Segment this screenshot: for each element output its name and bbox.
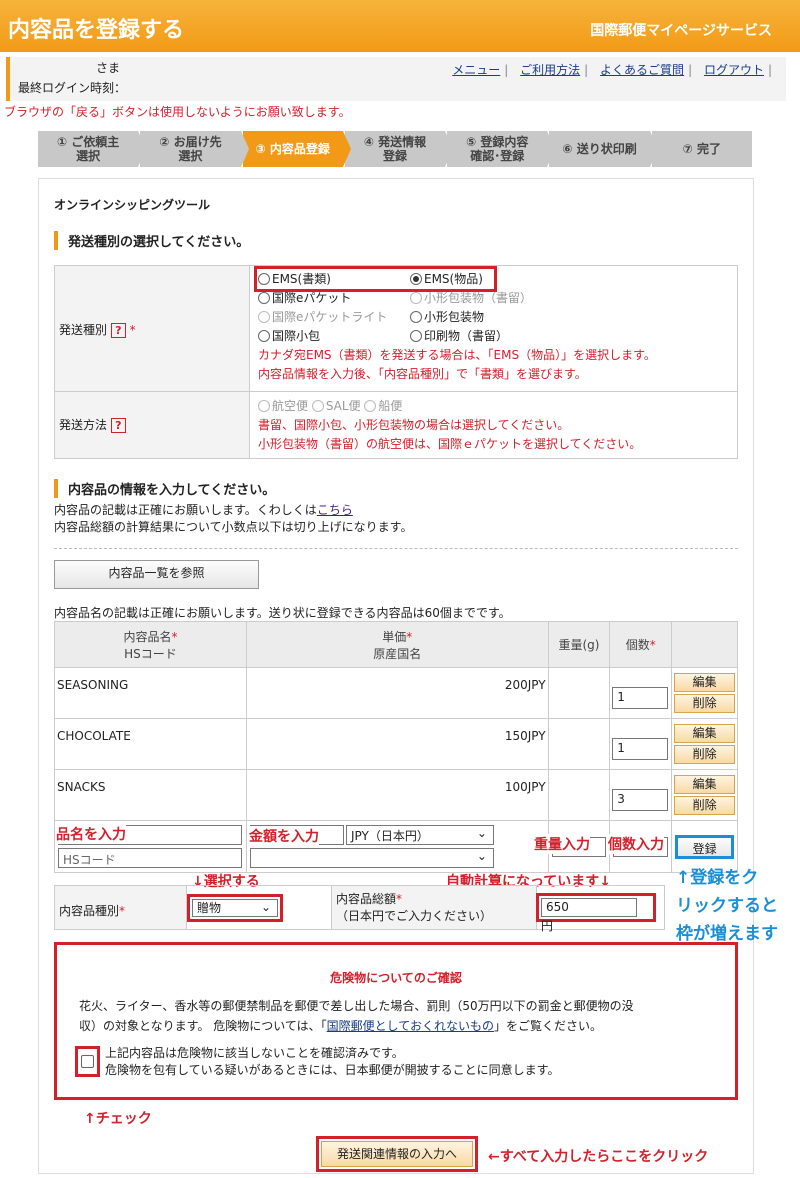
currency-select[interactable]: JPY（日本円） ⌄: [345, 825, 494, 845]
chevron-down-icon: ⌄: [260, 900, 271, 914]
ems-highlight-box: [254, 266, 497, 292]
hs-code-input[interactable]: HSコード: [58, 848, 242, 868]
qty-input[interactable]: 1: [612, 687, 669, 709]
section-contents-title: 内容品の情報を入力してください。: [54, 479, 275, 498]
annotation-check: ↑チェック: [84, 1111, 152, 1127]
step-3: ③ 内容品登録: [242, 131, 352, 167]
delete-button[interactable]: 削除: [674, 796, 735, 815]
total-input: 650: [541, 898, 637, 917]
qty-input[interactable]: 1: [612, 738, 669, 760]
method-sal: SAL便: [311, 399, 361, 413]
checkbox-highlight: [75, 1046, 100, 1077]
help-icon[interactable]: ?: [110, 323, 126, 338]
progress-steps: ① ご依頼主 選択 ② お届け先 選択 ③ 内容品登録 ④ 発送情報 登録 ⑤ 登録内…: [38, 131, 754, 167]
method-ship: 船便: [364, 399, 402, 413]
opt-printed-matter[interactable]: 印刷物（書留）: [410, 327, 508, 346]
tool-title: オンラインシッピングツール: [54, 198, 211, 212]
user-name: さま: [96, 61, 121, 75]
page-header: 内容品を登録する 国際郵便マイページサービス: [0, 0, 800, 52]
yen-unit: 円: [541, 919, 554, 933]
opt-small-packet[interactable]: 小形包装物: [410, 308, 484, 327]
service-name: 国際郵便マイページサービス: [590, 23, 772, 39]
divider: [54, 548, 738, 549]
kind-highlight: 贈物 ⌄: [187, 894, 283, 922]
howto-link[interactable]: ご利用方法: [520, 63, 580, 77]
danger-check-text-2: 危険物を包有している疑いがあるときには、日本郵便が開披することに同意します。: [105, 1063, 560, 1077]
section-shipping-type-title: 発送種別の選択してください。: [54, 231, 249, 250]
help-icon[interactable]: ?: [110, 418, 126, 433]
kind-label: 内容品種別: [59, 904, 120, 918]
origin-country-select[interactable]: ⌄: [249, 848, 494, 868]
col-weight-header: 重量(g): [547, 621, 611, 668]
docs-note: 内容品情報を入力後、「内容品種別」で「書類」を選びます。: [258, 367, 587, 381]
register-button[interactable]: 登録: [675, 834, 734, 859]
col-price-header: 単価* 原産国名: [245, 621, 549, 668]
annotation-register-help: ↑登録をク リックすると 枠が増えます: [676, 868, 778, 944]
edit-button[interactable]: 編集: [674, 775, 735, 794]
kind-select[interactable]: 贈物 ⌄: [192, 899, 278, 917]
required-mark: *: [129, 323, 136, 337]
faq-link[interactable]: よくあるご質問: [600, 63, 684, 77]
submit-button[interactable]: 発送関連情報の入力へ: [321, 1141, 473, 1167]
annotation-qty: 個数入力: [608, 834, 664, 854]
contents-limit-note: 内容品名の記載は正確にお願いします。送り状に登録できる内容品は60個までです。: [54, 606, 511, 620]
chevron-down-icon: ⌄: [476, 826, 487, 840]
method-note-2: 小形包装物（書留）の航空便は、国際ｅパケットを選択してください。: [258, 437, 642, 451]
edit-button[interactable]: 編集: [674, 724, 735, 743]
shipping-method-label: 発送方法: [59, 418, 108, 432]
danger-confirm-box: 危険物についてのご確認 花火、ライター、香水等の郵便禁制品を郵便で差し出した場合…: [54, 942, 738, 1100]
shipping-method-options: 航空便 SAL便 船便 書留、国際小包、小形包装物の場合は選択してください。 小…: [258, 397, 738, 454]
total-label: 内容品総額: [336, 892, 397, 906]
opt-e-packet-light: 国際eパケットライト: [258, 310, 387, 324]
total-sublabel: （日本円でご入力ください）: [336, 909, 493, 923]
menu-link[interactable]: メニュー: [452, 63, 500, 77]
submit-highlight: 発送関連情報の入力へ: [316, 1136, 478, 1172]
total-highlight: 650 円: [536, 893, 656, 933]
method-air: 航空便: [258, 399, 308, 413]
table-row: CHOCOLATE 150JPY 1 編集 削除: [54, 718, 738, 770]
opt-parcel[interactable]: 国際小包: [258, 329, 320, 343]
annotation-price: 金額を入力: [249, 826, 319, 846]
delete-button[interactable]: 削除: [674, 745, 735, 764]
shipping-type-label: 発送種別: [59, 323, 108, 337]
back-button-warning: ブラウザの「戻る」ボタンは使用しないようにお願い致します。: [4, 105, 351, 119]
annotation-name: 品名を入力: [56, 824, 126, 844]
canada-note: カナダ宛EMS（書類）を発送する場合は、「EMS（物品）」を選択します。: [258, 348, 656, 362]
step-7: ⑦ 完了: [651, 131, 752, 167]
step-1: ① ご依頼主 選択: [38, 131, 147, 167]
page-title: 内容品を登録する: [8, 18, 185, 43]
col-qty-header: 個数*: [609, 621, 673, 668]
danger-confirm-checkbox[interactable]: [81, 1055, 94, 1068]
user-bar: さま 最終ログイン時刻： メニュー | ご利用方法 | よくあるご質問 | ログアウト…: [6, 57, 786, 101]
opt-e-packet[interactable]: 国際eパケット: [258, 291, 351, 305]
table-row: SEASONING 200JPY 1 編集 削除: [54, 667, 738, 719]
method-note-1: 書留、国際小包、小形包装物の場合は選択してください。: [258, 418, 570, 432]
prohibited-items-link[interactable]: 国際郵便としておくれないもの: [327, 1019, 494, 1033]
top-links: メニュー | ご利用方法 | よくあるご質問 | ログアウト |: [452, 63, 772, 77]
step-5: ⑤ 登録内容 確認･登録: [447, 131, 556, 167]
qty-input[interactable]: 3: [612, 789, 669, 811]
danger-text: 花火、ライター、香水等の郵便禁制品を郵便で差し出した場合、罰則（50万円以下の罰…: [79, 999, 634, 1033]
logout-link[interactable]: ログアウト: [704, 63, 764, 77]
details-link[interactable]: こちら: [317, 503, 353, 517]
table-row: SNACKS 100JPY 3 編集 削除: [54, 769, 738, 821]
edit-button[interactable]: 編集: [674, 673, 735, 692]
danger-title: 危険物についてのご確認: [330, 971, 462, 985]
browse-contents-button[interactable]: 内容品一覧を参照: [54, 560, 259, 589]
step-2: ② お届け先 選択: [140, 131, 249, 167]
last-login: 最終ログイン時刻：: [18, 81, 127, 95]
step-4: ④ 発送情報 登録: [344, 131, 454, 167]
contents-description: 内容品の記載は正確にお願いします。くわしくはこちら 内容品総額の計算結果について…: [54, 503, 413, 534]
col-name-header: 内容品名* HSコード: [54, 621, 247, 668]
step-6: ⑥ 送り状印刷: [549, 131, 658, 167]
chevron-down-icon: ⌄: [476, 849, 487, 863]
annotation-submit: ←すべて入力したらここをクリック: [488, 1149, 709, 1165]
annotation-weight: 重量入力: [534, 834, 590, 854]
delete-button[interactable]: 削除: [674, 694, 735, 713]
danger-check-text-1: 上記内容品は危険物に該当しないことを確認済みです。: [105, 1046, 404, 1060]
